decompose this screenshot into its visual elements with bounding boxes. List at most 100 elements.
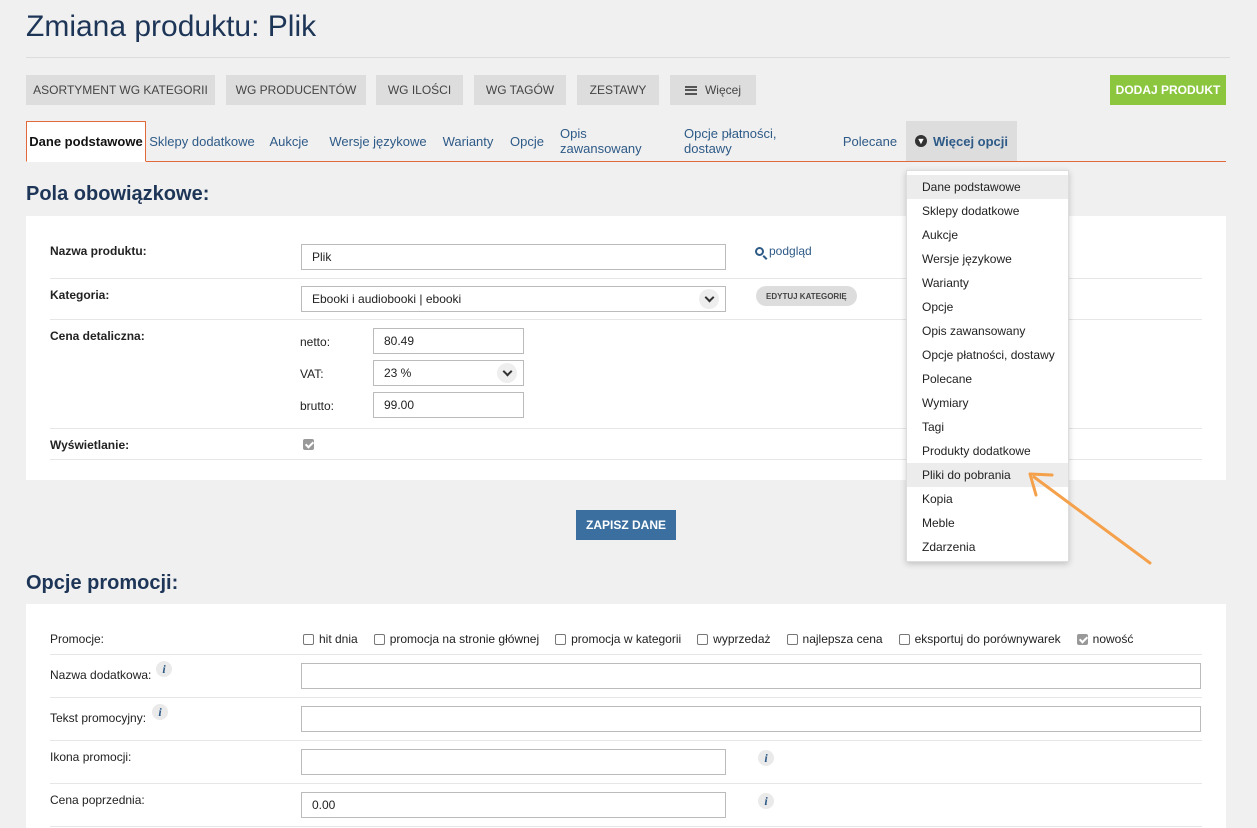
circle-arrow-down-icon: ▼ [914, 135, 927, 147]
edit-category-button[interactable]: EDYTUJ KATEGORIĘ [756, 286, 857, 306]
row-divider [50, 826, 1202, 827]
tab-auctions[interactable]: Aukcje [266, 121, 312, 161]
tab-advanced-description[interactable]: Opis zawansowany [560, 121, 668, 161]
promo-icon-label: Ikona promocji: [50, 750, 132, 764]
tab-basic-data[interactable]: Dane podstawowe [26, 121, 146, 162]
checkbox[interactable] [555, 633, 567, 645]
extra-name-input[interactable] [301, 663, 1201, 689]
tab-recommended[interactable]: Polecane [838, 121, 902, 161]
tab-language-versions[interactable]: Wersje językowe [326, 121, 430, 161]
sets-button[interactable]: ZESTAWY [577, 75, 659, 105]
checkbox[interactable] [1076, 633, 1088, 645]
prev-price-label: Cena poprzednia: [50, 793, 145, 807]
category-select-value: Ebooki i audiobooki | ebooki [312, 292, 462, 306]
dropdown-item-options[interactable]: Opcje [907, 295, 1068, 319]
category-label: Kategoria: [50, 288, 110, 302]
more-button-label: Więcej [704, 83, 741, 97]
annotation-arrow-icon [1028, 472, 1152, 565]
row-divider [50, 740, 1202, 741]
dropdown-item-advanced-description[interactable]: Opis zawansowany [907, 319, 1068, 343]
save-button[interactable]: ZAPISZ DANE [576, 510, 676, 540]
category-assortment-button[interactable]: ASORTYMENT WG KATEGORII [26, 75, 215, 105]
promo-icon-input[interactable] [301, 749, 726, 775]
retail-price-label: Cena detaliczna: [50, 329, 145, 343]
tab-additional-shops[interactable]: Sklepy dodatkowe [147, 121, 257, 161]
promo-option-sale[interactable]: wyprzedaż [697, 632, 771, 646]
promo-option-label: eksportuj do porównywarek [914, 632, 1061, 646]
dropdown-item-auctions[interactable]: Aukcje [907, 223, 1068, 247]
promo-option-export-comparators[interactable]: eksportuj do porównywarek [898, 632, 1061, 646]
product-name-input[interactable]: Plik [301, 244, 726, 270]
display-checkbox[interactable] [303, 439, 314, 450]
promo-option-hit-of-day[interactable]: hit dnia [303, 632, 358, 646]
vat-select[interactable]: 23 % [373, 360, 524, 386]
dropdown-item-dimensions[interactable]: Wymiary [907, 391, 1068, 415]
promo-option-label: wyprzedaż [713, 632, 771, 646]
preview-link[interactable]: podgląd [755, 244, 812, 258]
title-divider [26, 57, 1230, 58]
add-product-button[interactable]: DODAJ PRODUKT [1110, 75, 1226, 105]
promo-option-label: promocja na stronie głównej [389, 632, 540, 646]
dropdown-item-variants[interactable]: Warianty [907, 271, 1068, 295]
checkbox[interactable] [898, 633, 910, 645]
promo-option-category[interactable]: promocja w kategorii [555, 632, 681, 646]
vat-label: VAT: [300, 367, 324, 381]
by-tags-button[interactable]: WG TAGÓW [474, 75, 566, 105]
dropdown-item-language-versions[interactable]: Wersje językowe [907, 247, 1068, 271]
page-title: Zmiana produktu: Plik [26, 10, 317, 43]
promo-checkbox-group: hit dnia promocja na stronie głównej pro… [303, 632, 1149, 646]
extra-name-label: Nazwa dodatkowa: [50, 668, 152, 682]
by-quantity-button[interactable]: WG ILOŚCI [376, 75, 463, 105]
promotions-label: Promocje: [50, 632, 105, 646]
netto-input[interactable]: 80.49 [373, 328, 524, 354]
brutto-label: brutto: [300, 399, 335, 413]
tab-bar: Dane podstawowe Sklepy dodatkowe Aukcje … [26, 121, 1226, 162]
row-divider [50, 783, 1202, 784]
tab-variants[interactable]: Warianty [438, 121, 498, 161]
promo-option-label: nowość [1092, 632, 1134, 646]
vat-select-value: 23 % [384, 366, 412, 380]
promo-option-new[interactable]: nowość [1076, 632, 1134, 646]
chevron-down-icon [497, 363, 517, 383]
dropdown-item-recommended[interactable]: Polecane [907, 367, 1068, 391]
info-icon[interactable]: i [156, 661, 172, 677]
info-icon[interactable]: i [758, 750, 774, 766]
search-icon [755, 246, 764, 256]
promo-option-label: promocja w kategorii [571, 632, 682, 646]
info-icon[interactable]: i [152, 704, 168, 720]
promo-option-label: najlepsza cena [802, 632, 883, 646]
category-select[interactable]: Ebooki i audiobooki | ebooki [301, 286, 726, 312]
chevron-down-icon [699, 289, 719, 309]
display-label: Wyświetlanie: [50, 438, 130, 452]
promo-text-input[interactable] [301, 706, 1201, 732]
tab-options[interactable]: Opcje [508, 121, 546, 161]
promo-option-label: hit dnia [319, 632, 358, 646]
promo-option-best-price[interactable]: najlepsza cena [786, 632, 883, 646]
preview-link-label: podgląd [769, 244, 812, 258]
checkbox[interactable] [373, 633, 385, 645]
promo-option-homepage[interactable]: promocja na stronie głównej [373, 632, 540, 646]
info-icon[interactable]: i [758, 793, 774, 809]
dropdown-item-additional-shops[interactable]: Sklepy dodatkowe [907, 199, 1068, 223]
by-producer-button[interactable]: WG PRODUCENTÓW [226, 75, 366, 105]
tab-payment-delivery[interactable]: Opcje płatności, dostawy [684, 121, 824, 161]
dropdown-item-tags[interactable]: Tagi [907, 415, 1068, 439]
promo-text-label: Tekst promocyjny: [50, 711, 147, 725]
dropdown-item-payment-delivery[interactable]: Opcje płatności, dostawy [907, 343, 1068, 367]
menu-icon [684, 85, 697, 95]
row-divider [50, 654, 1202, 655]
dropdown-item-additional-products[interactable]: Produkty dodatkowe [907, 439, 1068, 463]
checkbox[interactable] [697, 633, 709, 645]
more-button[interactable]: Więcej [670, 75, 756, 105]
tab-more-options[interactable]: ▼ Więcej opcji [906, 121, 1017, 161]
netto-label: netto: [300, 335, 331, 349]
checkbox[interactable] [786, 633, 798, 645]
prev-price-input[interactable]: 0.00 [301, 792, 726, 818]
promo-options-title: Opcje promocji: [26, 572, 179, 594]
tab-more-options-label: Więcej opcji [932, 133, 1009, 149]
row-divider [50, 697, 1202, 698]
brutto-input[interactable]: 99.00 [373, 392, 524, 418]
checkbox[interactable] [303, 633, 314, 645]
dropdown-item-basic-data[interactable]: Dane podstawowe [907, 175, 1068, 199]
required-fields-title: Pola obowiązkowe: [26, 183, 210, 205]
